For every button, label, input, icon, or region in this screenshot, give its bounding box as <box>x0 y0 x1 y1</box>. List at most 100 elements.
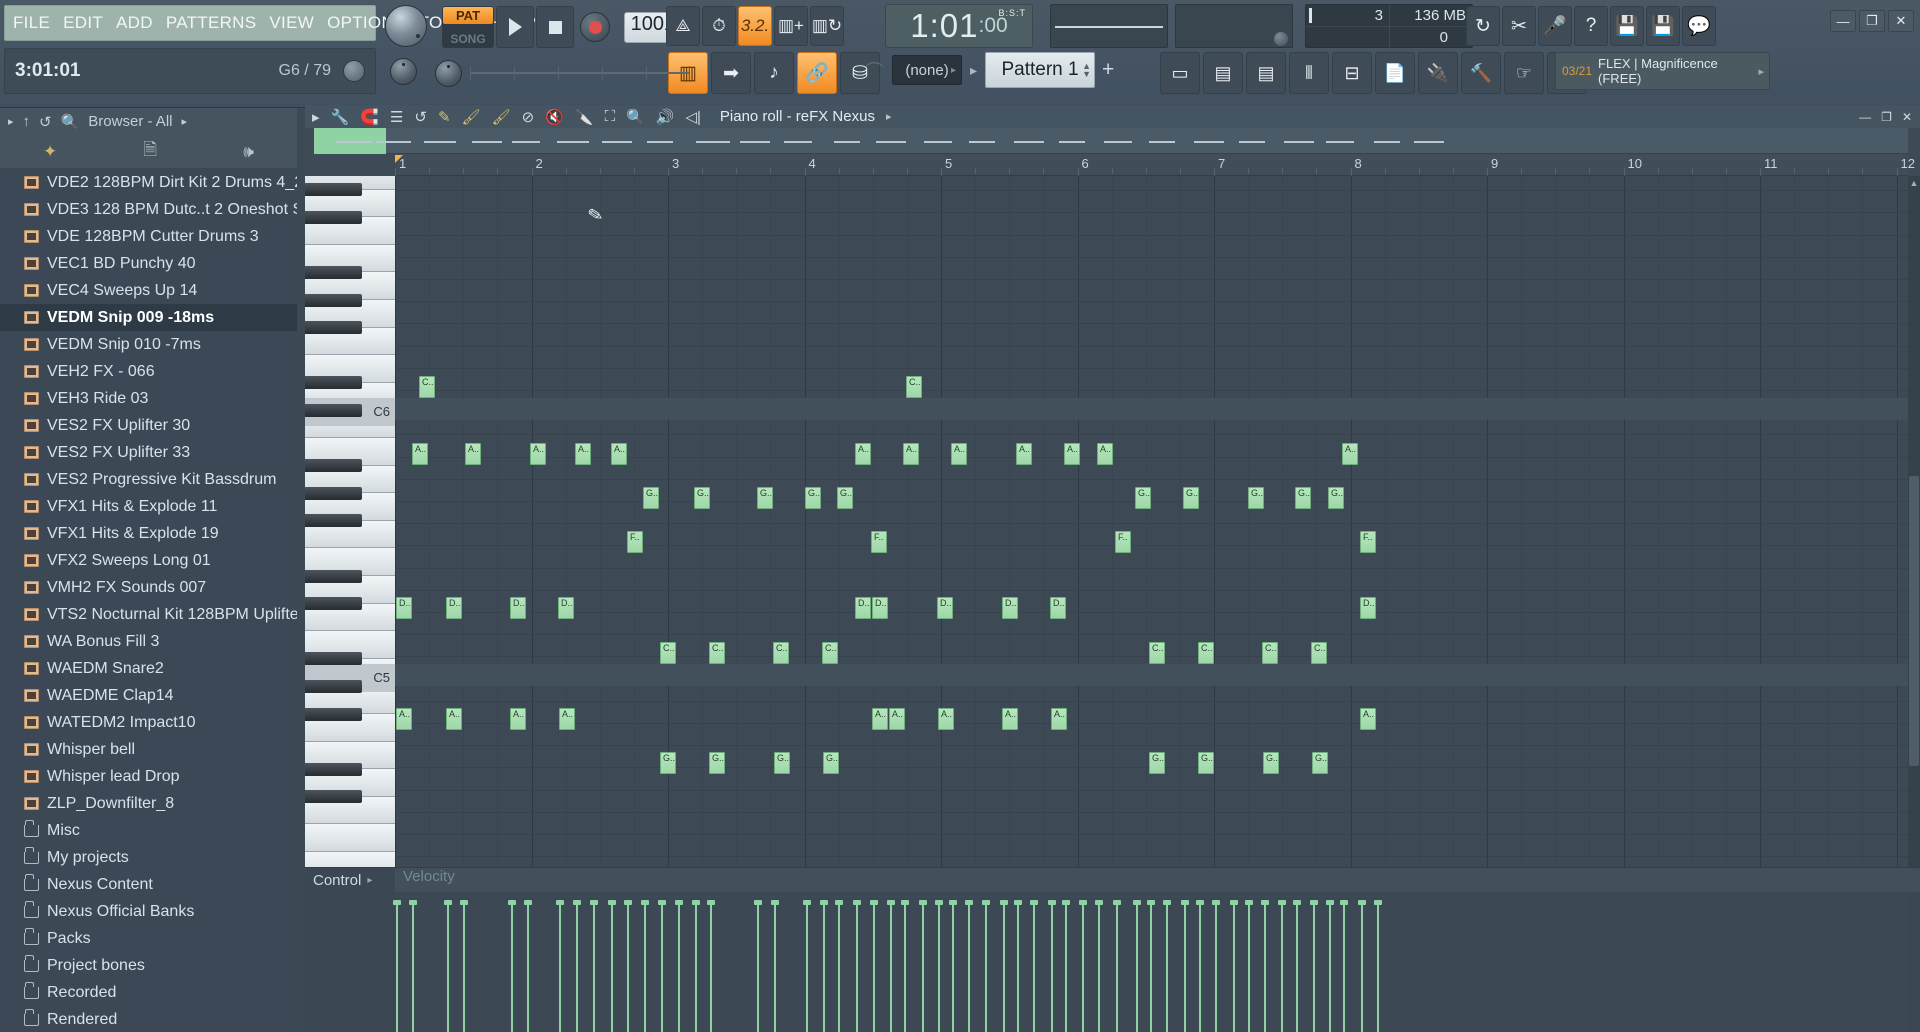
pattern-prev-icon[interactable]: ▸ <box>970 62 977 79</box>
close-button[interactable]: ✕ <box>1899 110 1915 124</box>
piano-roll-note[interactable]: A.. <box>396 708 412 730</box>
count-in-icon[interactable]: 3.2. <box>738 6 772 46</box>
velocity-handle[interactable] <box>508 900 516 905</box>
velocity-bar[interactable] <box>985 902 987 1032</box>
loop-record-icon[interactable]: ▥↻ <box>810 6 844 46</box>
velocity-handle[interactable] <box>1212 900 1220 905</box>
velocity-handle[interactable] <box>1196 900 1204 905</box>
piano-roll-note[interactable]: G.. <box>1263 752 1279 774</box>
speaker-icon[interactable]: 🕪 <box>243 142 254 162</box>
piano-black-key[interactable] <box>305 403 362 417</box>
velocity-bar[interactable] <box>856 902 858 1032</box>
piano-roll-ruler[interactable]: 1 2 3 4 5 6 7 8 9 10 11 12 <box>305 154 1915 178</box>
oscilloscope-panel[interactable] <box>1175 4 1293 48</box>
save-icon[interactable]: 💾 <box>1610 6 1644 46</box>
playhead-marker[interactable] <box>395 155 403 163</box>
piano-roll-note[interactable]: A.. <box>465 443 481 465</box>
velocity-bar[interactable] <box>1313 902 1315 1032</box>
menu-item-add[interactable]: ADD <box>116 13 153 33</box>
pattern-spinner-icon[interactable]: ▲ ▼ <box>1082 62 1091 79</box>
velocity-bar[interactable] <box>873 902 875 1032</box>
velocity-handle[interactable] <box>820 900 828 905</box>
piano-roll-note[interactable]: C.. <box>822 642 838 664</box>
piano-black-key[interactable] <box>305 210 362 224</box>
piano-black-key[interactable] <box>305 569 362 583</box>
menu-item-view[interactable]: VIEW <box>269 13 314 33</box>
velocity-bar[interactable] <box>904 902 906 1032</box>
velocity-bar[interactable] <box>511 902 513 1032</box>
piano-roll-note[interactable]: F.. <box>1115 531 1131 553</box>
piano-roll-note[interactable]: D.. <box>446 597 462 619</box>
browser-item[interactable]: VES2 Progressive Kit Bassdrum <box>0 466 297 493</box>
velocity-handle[interactable] <box>803 900 811 905</box>
chat-icon[interactable]: 💬 <box>1682 6 1716 46</box>
plugin-preset-display[interactable]: 03/21 FLEX | Magnificence (FREE) ▸ <box>1555 52 1770 90</box>
velocity-bar[interactable] <box>1051 902 1053 1032</box>
mute-tool-icon[interactable]: 🔇 <box>545 108 564 126</box>
piano-roll-note[interactable]: A.. <box>951 443 967 465</box>
velocity-bar[interactable] <box>1199 902 1201 1032</box>
piano-black-key[interactable] <box>305 707 362 721</box>
chevron-right-icon[interactable]: ▸ <box>1758 65 1764 78</box>
piano-roll-note[interactable]: A.. <box>1051 708 1067 730</box>
play-button[interactable] <box>496 6 534 48</box>
preview-icon[interactable]: ◁| <box>685 108 700 126</box>
piano-roll-note[interactable]: C.. <box>773 642 789 664</box>
time-display-panel[interactable]: 3:01:01 G6 / 79 <box>4 48 376 94</box>
piano-roll-note[interactable]: G.. <box>709 752 725 774</box>
minimize-button[interactable]: — <box>1856 110 1874 124</box>
piano-roll-note[interactable]: G.. <box>774 752 790 774</box>
piano-roll-note[interactable]: G.. <box>1149 752 1165 774</box>
browser-item[interactable]: VDE 128BPM Cutter Drums 3 <box>0 223 297 250</box>
piano-roll-overview[interactable] <box>314 128 1908 154</box>
file-icon[interactable]: 🗎 <box>143 137 157 166</box>
velocity-bar[interactable] <box>1098 902 1100 1032</box>
piano-roll-note[interactable]: G.. <box>1183 487 1199 509</box>
piano-roll-note[interactable]: C.. <box>1198 642 1214 664</box>
piano-roll-note[interactable]: A.. <box>412 443 428 465</box>
velocity-bar[interactable] <box>1003 902 1005 1032</box>
velocity-handle[interactable] <box>1358 900 1366 905</box>
piano-roll-note[interactable]: C.. <box>419 376 435 398</box>
cut-tool-icon[interactable]: ✂ <box>1502 6 1536 46</box>
piano-black-key[interactable] <box>305 597 362 611</box>
restore-button[interactable]: ❐ <box>1878 110 1895 124</box>
browser-item[interactable]: Whisper lead Drop <box>0 763 297 790</box>
browser-item[interactable]: VDE2 128BPM Dirt Kit 2 Drums 4_2 <box>0 169 297 196</box>
browser-item[interactable]: WATEDM2 Impact10 <box>0 709 297 736</box>
piano-roll-note[interactable]: A.. <box>855 443 871 465</box>
velocity-handle[interactable] <box>870 900 878 905</box>
velocity-bar[interactable] <box>1281 902 1283 1032</box>
velocity-bar[interactable] <box>1296 902 1298 1032</box>
browser-item[interactable]: VDE3 128 BPM Dutc..t 2 Oneshot Snare <box>0 196 297 223</box>
browser-item[interactable]: Nexus Content <box>0 871 297 898</box>
piano-roll-note[interactable]: A.. <box>530 443 546 465</box>
velocity-handle[interactable] <box>1374 900 1382 905</box>
browser-up-icon[interactable]: ↑ <box>23 113 31 130</box>
velocity-handle[interactable] <box>1340 900 1348 905</box>
piano-roll-note[interactable]: A.. <box>1016 443 1032 465</box>
step-edit-icon[interactable]: ▥+ <box>774 6 808 46</box>
time-clock-display[interactable]: 1:01:00 B:S:T <box>885 4 1033 48</box>
velocity-bar[interactable] <box>922 902 924 1032</box>
browser-item[interactable]: Project bones <box>0 952 297 979</box>
draw-tool-icon[interactable]: ✎ <box>438 108 451 126</box>
velocity-bar[interactable] <box>1264 902 1266 1032</box>
velocity-bar[interactable] <box>1082 902 1084 1032</box>
velocity-bar[interactable] <box>1065 902 1067 1032</box>
piano-roll-note[interactable]: A.. <box>446 708 462 730</box>
undo-icon[interactable]: ↻ <box>1466 6 1500 46</box>
browser-item[interactable]: Nexus Official Banks <box>0 898 297 925</box>
help-icon[interactable]: ? <box>1574 6 1608 46</box>
file-button[interactable]: 📄 <box>1375 52 1415 94</box>
browser-item[interactable]: Whisper bell <box>0 736 297 763</box>
velocity-bar[interactable] <box>1033 902 1035 1032</box>
velocity-handle[interactable] <box>1095 900 1103 905</box>
velocity-handle[interactable] <box>1147 900 1155 905</box>
mixer-button[interactable]: ⦀ <box>1289 52 1329 94</box>
piano-roll-note[interactable]: A.. <box>510 708 526 730</box>
velocity-handle[interactable] <box>1163 900 1171 905</box>
playback-tool-icon[interactable]: 🔊 <box>656 108 675 126</box>
wait-for-input-icon[interactable]: ⏱ <box>702 6 736 46</box>
velocity-handle[interactable] <box>608 900 616 905</box>
